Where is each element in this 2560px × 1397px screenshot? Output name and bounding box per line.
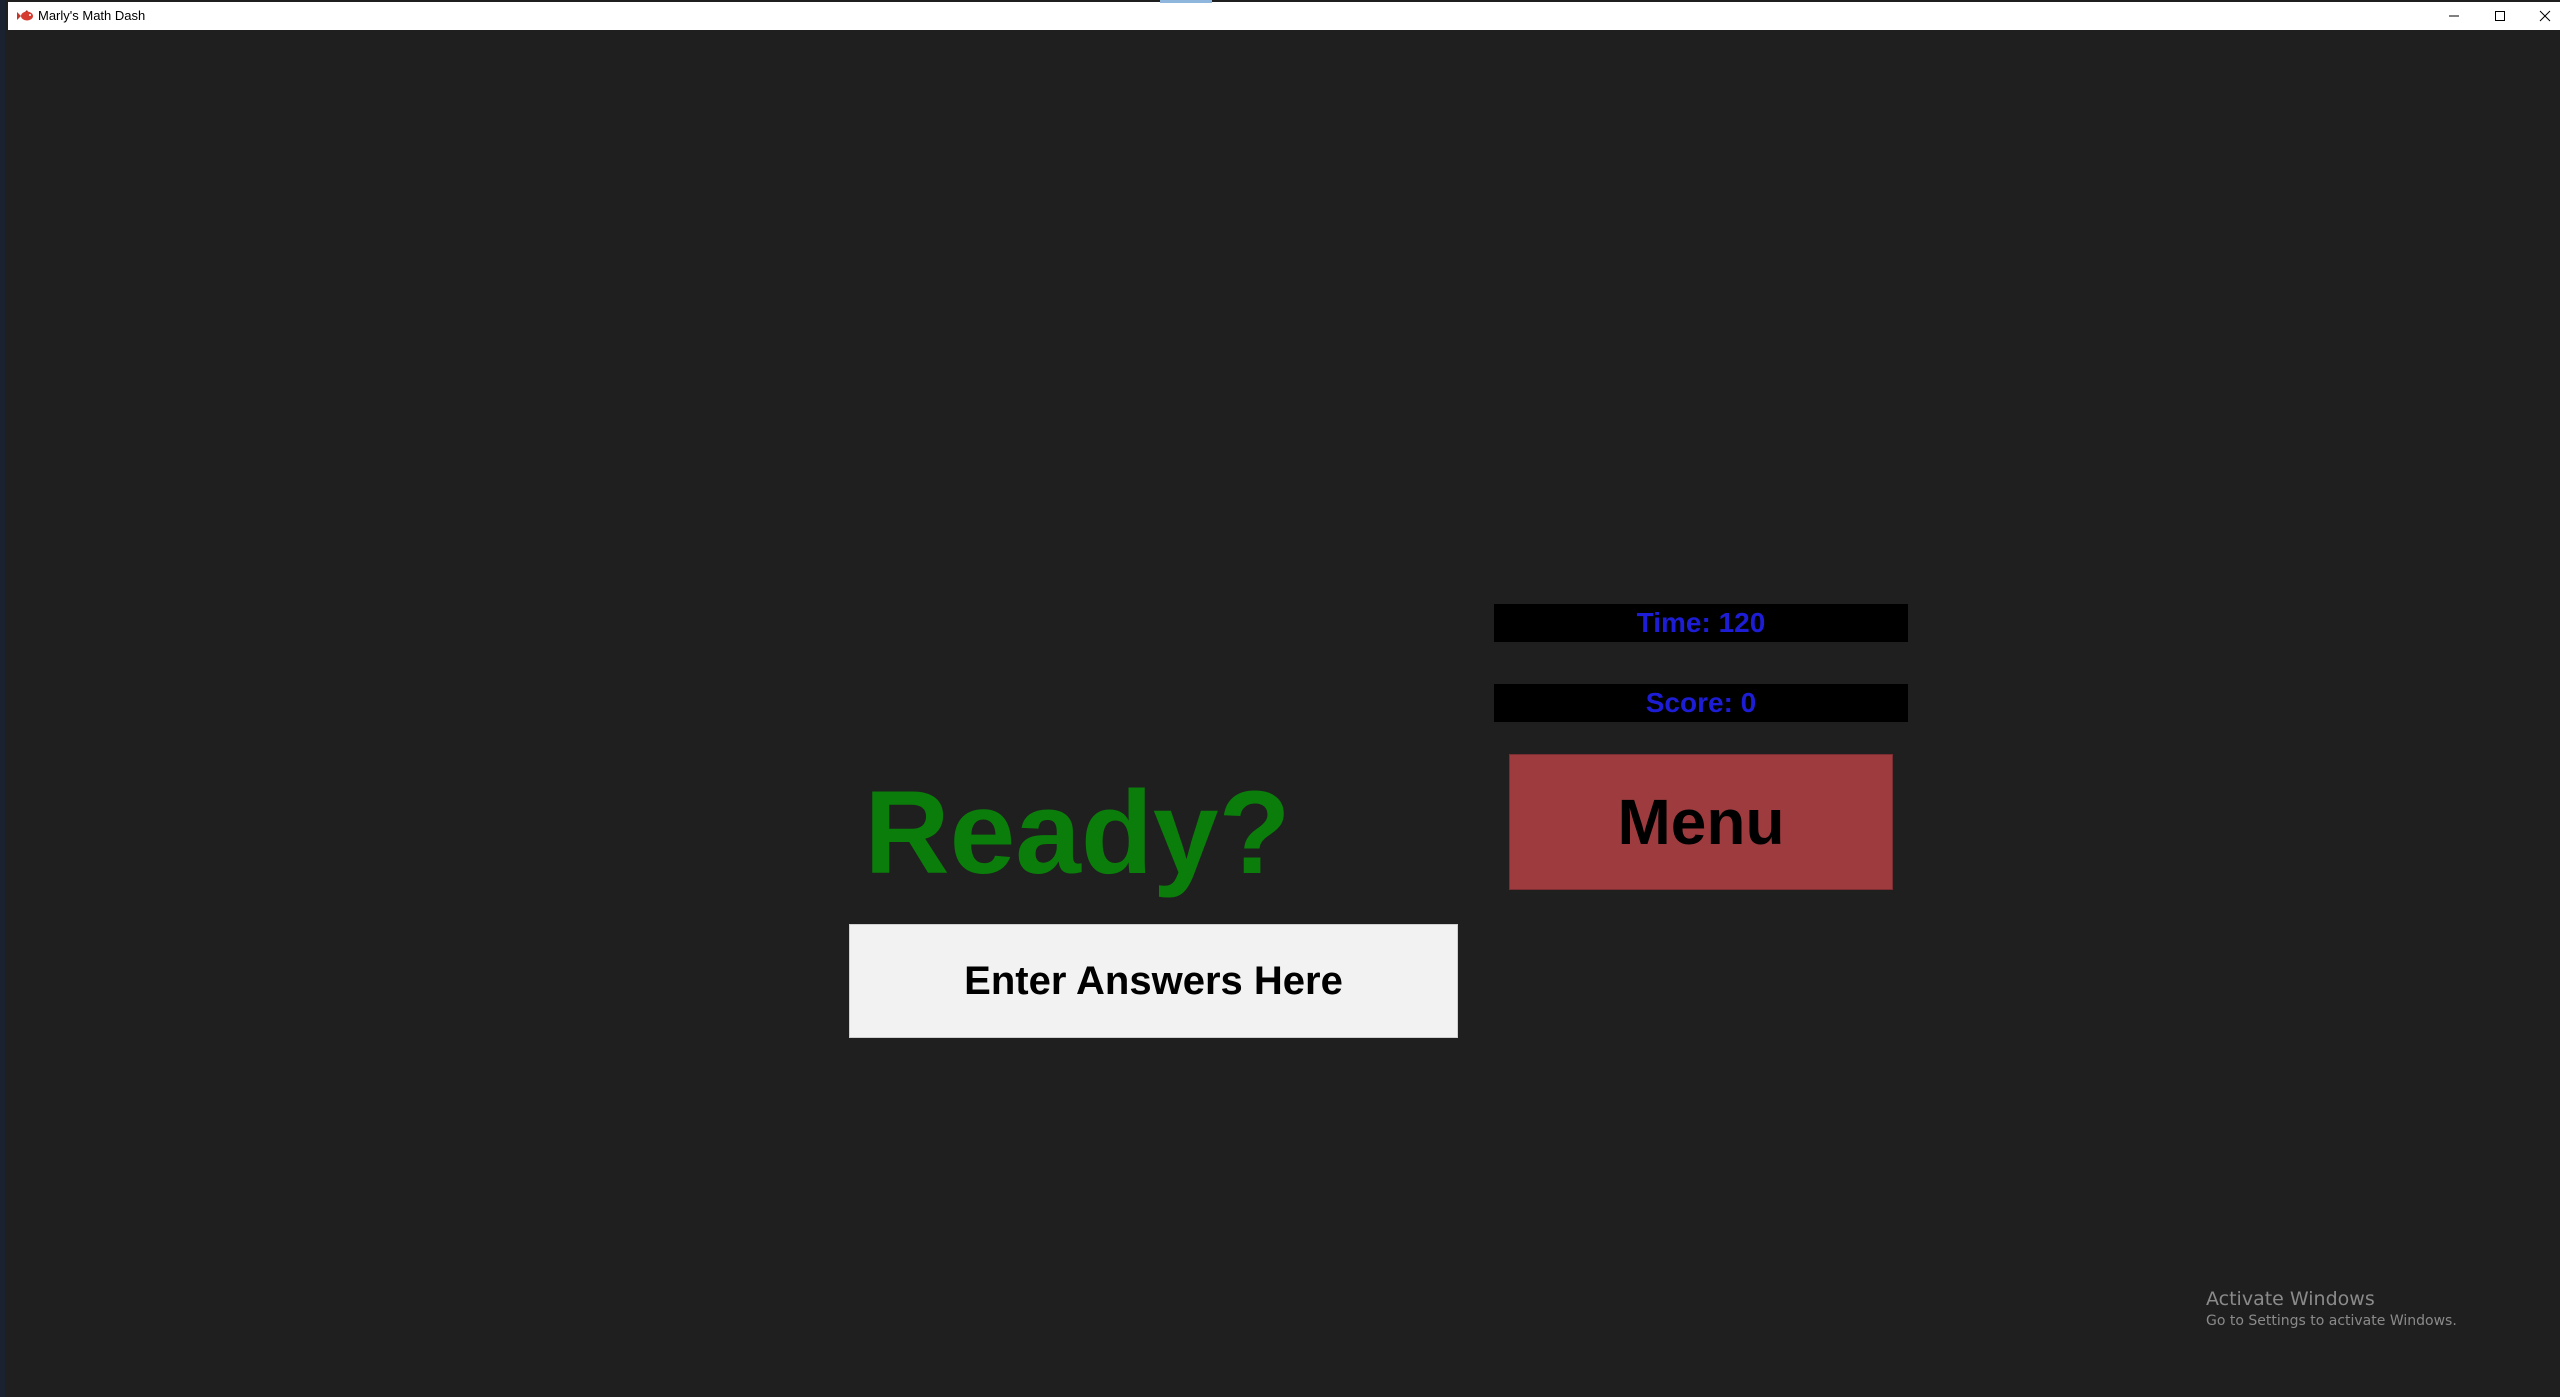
titlebar-accent-dark (1223, 0, 1408, 2)
titlebar-accent (1160, 0, 1212, 3)
minimize-icon (2448, 10, 2460, 22)
game-area: Time: 120 Score: 0 Menu Ready? Enter Ans… (0, 30, 2560, 1397)
score-display: Score: 0 (1494, 684, 1908, 722)
close-icon (2539, 10, 2551, 22)
activation-watermark: Activate Windows Go to Settings to activ… (2206, 1288, 2457, 1329)
menu-button[interactable]: Menu (1509, 754, 1893, 890)
watermark-title: Activate Windows (2206, 1288, 2375, 1310)
minimize-button[interactable] (2431, 2, 2477, 30)
ready-prompt: Ready? (864, 767, 1291, 899)
maximize-button[interactable] (2477, 2, 2523, 30)
maximize-icon (2494, 10, 2506, 22)
window-title: Marly's Math Dash (38, 8, 146, 23)
fish-icon (16, 9, 34, 23)
time-display: Time: 120 (1494, 604, 1908, 642)
watermark-subtitle: Go to Settings to activate Windows. (2206, 1313, 2457, 1329)
answer-input[interactable]: Enter Answers Here (849, 924, 1458, 1038)
title-bar[interactable]: Marly's Math Dash (8, 0, 2560, 30)
close-button[interactable] (2522, 2, 2560, 30)
app-window: Marly's Math Dash Time: 120 Score: 0 Men… (0, 0, 2560, 1397)
